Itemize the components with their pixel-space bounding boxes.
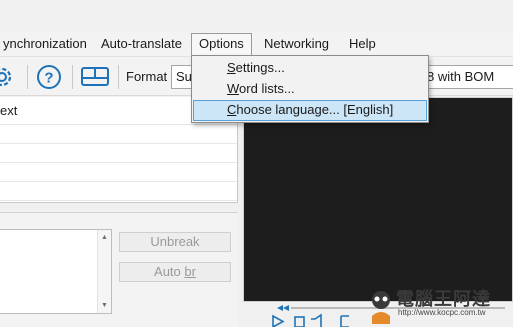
table-row[interactable] <box>0 125 237 144</box>
table-row[interactable] <box>0 163 237 182</box>
menu-item-label: hoose language... [English] <box>236 102 394 117</box>
menu-help[interactable]: Help <box>342 32 383 56</box>
video-player[interactable] <box>243 97 513 302</box>
toolbar-separator <box>72 65 73 89</box>
menu-item-accesskey: C <box>227 102 237 117</box>
mascot-icon <box>372 291 390 324</box>
menu-item-label: ettings... <box>235 60 285 75</box>
menu-item-word-lists[interactable]: Word lists... <box>193 79 427 100</box>
watermark-url: http://www.kocpc.com.tw <box>398 308 486 317</box>
menu-bar: ynchronization Auto-translate Options Ne… <box>0 32 513 56</box>
watermark: 電腦王阿達 http://www.kocpc.com.tw <box>366 285 513 327</box>
auto-br-button[interactable]: Auto br <box>119 262 231 282</box>
scroll-down-icon[interactable]: ▼ <box>101 302 108 309</box>
encoding-select[interactable]: 8 with BOM <box>423 65 513 89</box>
scroll-up-icon[interactable]: ▲ <box>101 234 108 241</box>
options-menu-dropdown: Settings... Word lists... Choose languag… <box>191 55 429 123</box>
table-row[interactable] <box>0 182 237 201</box>
menu-options[interactable]: Options <box>191 33 252 55</box>
textbox-scrollbar[interactable]: ▲ ▼ <box>97 230 111 313</box>
menu-item-settings[interactable]: Settings... <box>193 58 427 79</box>
menu-item-accesskey: S <box>227 60 236 75</box>
menu-item-choose-language[interactable]: Choose language... [English] <box>193 100 427 121</box>
menu-auto-translate[interactable]: Auto-translate <box>94 32 189 56</box>
settings-gear-icon[interactable] <box>0 61 18 93</box>
menu-synchronization[interactable]: ynchronization <box>0 32 94 56</box>
format-label: Format <box>126 69 168 84</box>
auto-br-label: Auto <box>154 264 185 279</box>
menu-item-accesskey: W <box>227 81 240 96</box>
layout-icon[interactable] <box>79 61 111 93</box>
unbreak-button[interactable]: Unbreak <box>119 232 231 252</box>
menu-item-label: ord lists... <box>239 81 295 96</box>
toolbar-separator <box>27 65 28 89</box>
svg-text:?: ? <box>44 70 53 87</box>
subtitle-text-input[interactable]: ▲ ▼ <box>0 229 112 314</box>
menu-networking[interactable]: Networking <box>257 32 336 56</box>
toolbar-separator <box>118 65 119 89</box>
table-row[interactable] <box>0 144 237 163</box>
auto-br-accesskey: br <box>184 264 196 279</box>
help-circle-icon[interactable]: ? <box>33 61 65 93</box>
